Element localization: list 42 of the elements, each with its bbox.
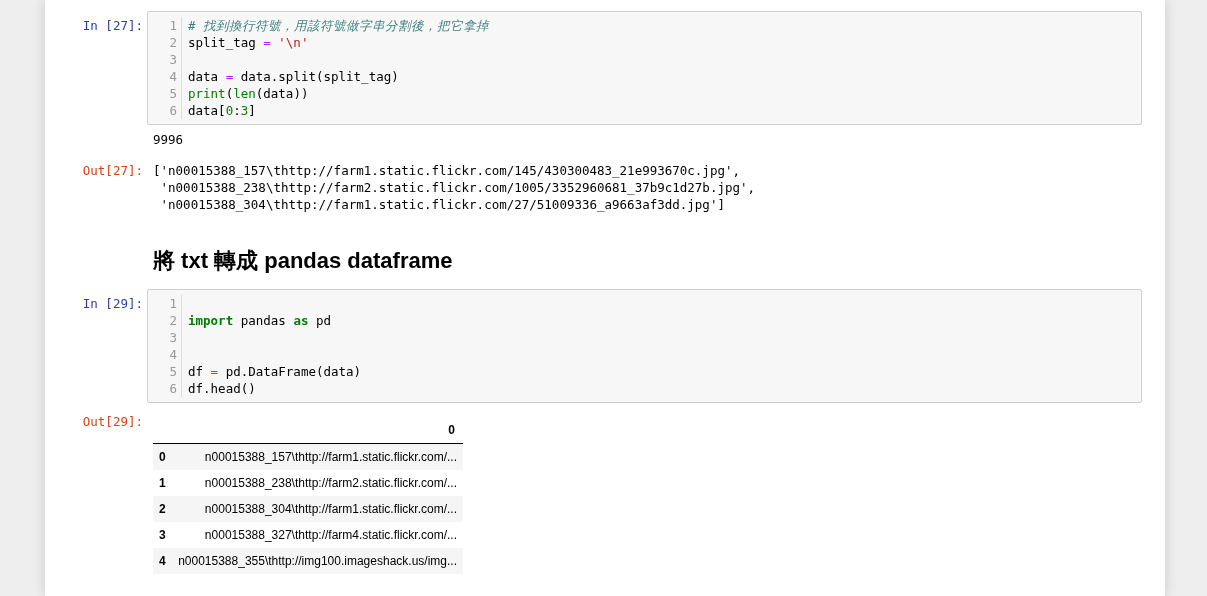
cell-prompt: In [27]:	[82, 17, 143, 34]
row-index: 0	[153, 444, 172, 470]
output-text: 9996	[152, 131, 184, 148]
code-line: df = pd.DataFrame(data)	[188, 363, 362, 380]
code-line: print(len(data))	[188, 85, 310, 102]
code-line: split_tag = '\n'	[188, 34, 310, 51]
line-number: 6	[168, 102, 177, 119]
row-index: 4	[153, 548, 172, 574]
column-header: 0	[448, 423, 455, 437]
line-number: 6	[168, 380, 177, 397]
code-cell[interactable]: 1 2 3 4 5 6 # 找到換行符號，用該符號做字串分割後，把它拿掉 split_tag = '\n' data = data.split(split_tag) print(len(data)) data[0:3]	[147, 11, 1142, 125]
row-index: 2	[153, 496, 172, 522]
code-line: df.head()	[188, 380, 257, 397]
code-cell[interactable]: 1 2 3 4 5 6 import pandas as pd df = pd.DataFrame(data) df.head()	[147, 289, 1142, 403]
table-cell: n00015388_304\thttp://farm1.static.flickr.com/...	[171, 496, 463, 522]
row-index: 3	[158, 527, 167, 544]
line-number: 3	[168, 329, 177, 346]
line-number: 2	[168, 312, 177, 329]
table-cell-text: n00015388_327\thttp://farm4.static.flickr.com/...	[203, 527, 458, 544]
row-index: 1	[158, 475, 167, 492]
cell-prompt: In [29]:	[82, 295, 143, 312]
code-line: import pandas as pd	[188, 312, 332, 329]
line-number: 1	[168, 17, 177, 34]
table-cell: n00015388_355\thttp://img100.imageshack.us/img...	[171, 548, 463, 574]
line-number: 4	[168, 68, 177, 85]
code-line: data[0:3]	[188, 102, 257, 119]
cell-prompt: Out[27]:	[82, 162, 143, 179]
code-line: data = data.split(split_tag)	[188, 68, 400, 85]
line-number: 5	[168, 85, 177, 102]
line-number: 3	[168, 51, 177, 68]
output-line: 'n00015388_238\thttp://farm2.static.flickr.com/1005/3352960681_37b9c1d27b.jpg',	[159, 179, 756, 196]
line-number: 5	[168, 363, 177, 380]
output-line: ['n00015388_157\thttp://farm1.static.flickr.com/145/430300483_21e993670c.jpg',	[152, 162, 741, 179]
section-heading: 將 txt 轉成 pandas dataframe	[152, 247, 453, 275]
code-line: # 找到換行符號，用該符號做字串分割後，把它拿掉	[188, 17, 490, 34]
output-line: 'n00015388_304\thttp://farm1.static.flickr.com/27/51009336_a9663af3dd.jpg']	[159, 196, 726, 213]
table-cell-text: n00015388_238\thttp://farm2.static.flickr.com/...	[203, 475, 458, 492]
line-number: 4	[168, 346, 177, 363]
table-cell: n00015388_157\thttp://farm1.static.flickr.com/...	[171, 444, 463, 470]
line-number: 1	[168, 295, 177, 312]
line-number: 2	[168, 34, 177, 51]
cell-prompt: Out[29]:	[82, 413, 143, 430]
